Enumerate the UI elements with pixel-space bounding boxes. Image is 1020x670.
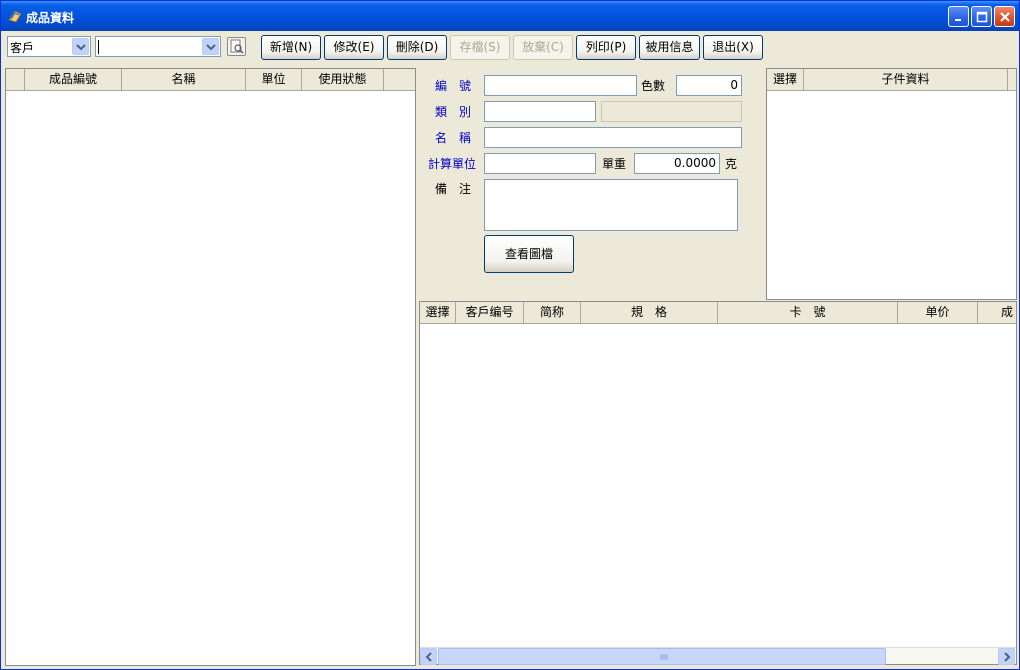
col-cost[interactable]: 成 [978,302,1016,323]
add-button[interactable]: 新增(N) [261,35,321,60]
app-window: 成品資料 客戶 新增(N) 修改(E) 刪除(D) 存檔(S) 放棄(C) 列印… [0,0,1020,670]
category-field[interactable] [484,101,596,122]
text-caret [98,40,99,54]
code-label: 編 號 [435,79,472,93]
scroll-thumb[interactable] [438,648,886,665]
customer-grid-header: 選擇 客戶编号 简称 規 格 卡 號 单价 成 [420,302,1016,324]
col-status[interactable]: 使用狀態 [302,69,384,91]
scroll-left-button[interactable] [420,648,437,665]
gram-label: 克 [725,157,738,171]
cancel-button[interactable]: 放棄(C) [513,35,573,60]
close-button[interactable] [994,6,1015,27]
horizontal-scrollbar[interactable] [420,647,1016,665]
toolbar: 客戶 新增(N) 修改(E) 刪除(D) 存檔(S) 放棄(C) 列印(P) 被… [1,31,1019,63]
chevron-right-icon [1004,652,1011,662]
child-part-grid[interactable]: 選擇 子件資料 [766,68,1017,300]
chevron-left-icon [425,652,432,662]
title-bar[interactable]: 成品資料 [1,1,1019,31]
col-customer-code[interactable]: 客戶编号 [456,302,524,323]
col-unit[interactable]: 單位 [246,69,302,91]
unit-field[interactable] [484,153,596,174]
app-icon [7,8,23,24]
product-grid-header: 成品編號 名稱 單位 使用狀態 [6,69,415,91]
chevron-down-icon[interactable] [202,38,219,55]
document-search-icon [230,39,244,54]
col-child-part[interactable]: 子件資料 [804,69,1008,91]
code-field[interactable] [484,75,637,96]
exit-button[interactable]: 退出(X) [703,35,763,60]
maximize-button[interactable] [971,6,992,27]
minimize-button[interactable] [948,6,969,27]
unit-weight-field[interactable]: 0.0000 [634,153,720,174]
filter-type-combo[interactable]: 客戶 [7,36,91,57]
scroll-right-button[interactable] [998,648,1015,665]
name-field[interactable] [484,127,742,148]
col-select[interactable]: 選擇 [420,302,456,323]
col-name[interactable]: 名稱 [122,69,246,91]
view-image-button[interactable]: 查看圖檔 [484,235,574,273]
print-button[interactable]: 列印(P) [576,35,636,60]
save-button[interactable]: 存檔(S) [450,35,510,60]
search-button[interactable] [227,37,246,56]
remark-textarea[interactable] [484,179,738,231]
col-select[interactable]: 選擇 [767,69,804,91]
remark-label: 備 注 [435,182,472,196]
color-count-label: 色數 [641,79,666,93]
window-title: 成品資料 [26,11,75,25]
name-label: 名 稱 [435,131,472,145]
row-indicator-header [6,69,25,91]
customer-grid[interactable]: 選擇 客戶编号 简称 規 格 卡 號 单价 成 [419,301,1017,665]
col-spec[interactable]: 規 格 [581,302,718,323]
color-count-field[interactable]: 0 [676,75,742,96]
grip-icon [660,654,668,660]
delete-button[interactable]: 刪除(D) [387,35,447,60]
col-card-number[interactable]: 卡 號 [718,302,898,323]
col-short-name[interactable]: 简称 [524,302,581,323]
product-form: 編 號 色數 0 類 別 名 稱 計算單位 單重 0.0000 克 備 注 查看… [419,68,764,300]
col-product-code[interactable]: 成品編號 [25,69,122,91]
search-combo[interactable] [95,36,221,57]
child-grid-header: 選擇 子件資料 [767,69,1016,91]
filter-type-value: 客戶 [10,41,35,55]
usage-info-button[interactable]: 被用信息 [639,35,700,60]
unit-weight-label: 單重 [602,157,627,171]
category-description-field [601,101,742,122]
unit-label: 計算單位 [428,157,477,171]
chevron-down-icon[interactable] [72,38,89,55]
product-list-grid[interactable]: 成品編號 名稱 單位 使用狀態 [5,68,416,666]
category-label: 類 別 [435,105,472,119]
modify-button[interactable]: 修改(E) [324,35,384,60]
col-unit-price[interactable]: 单价 [898,302,978,323]
